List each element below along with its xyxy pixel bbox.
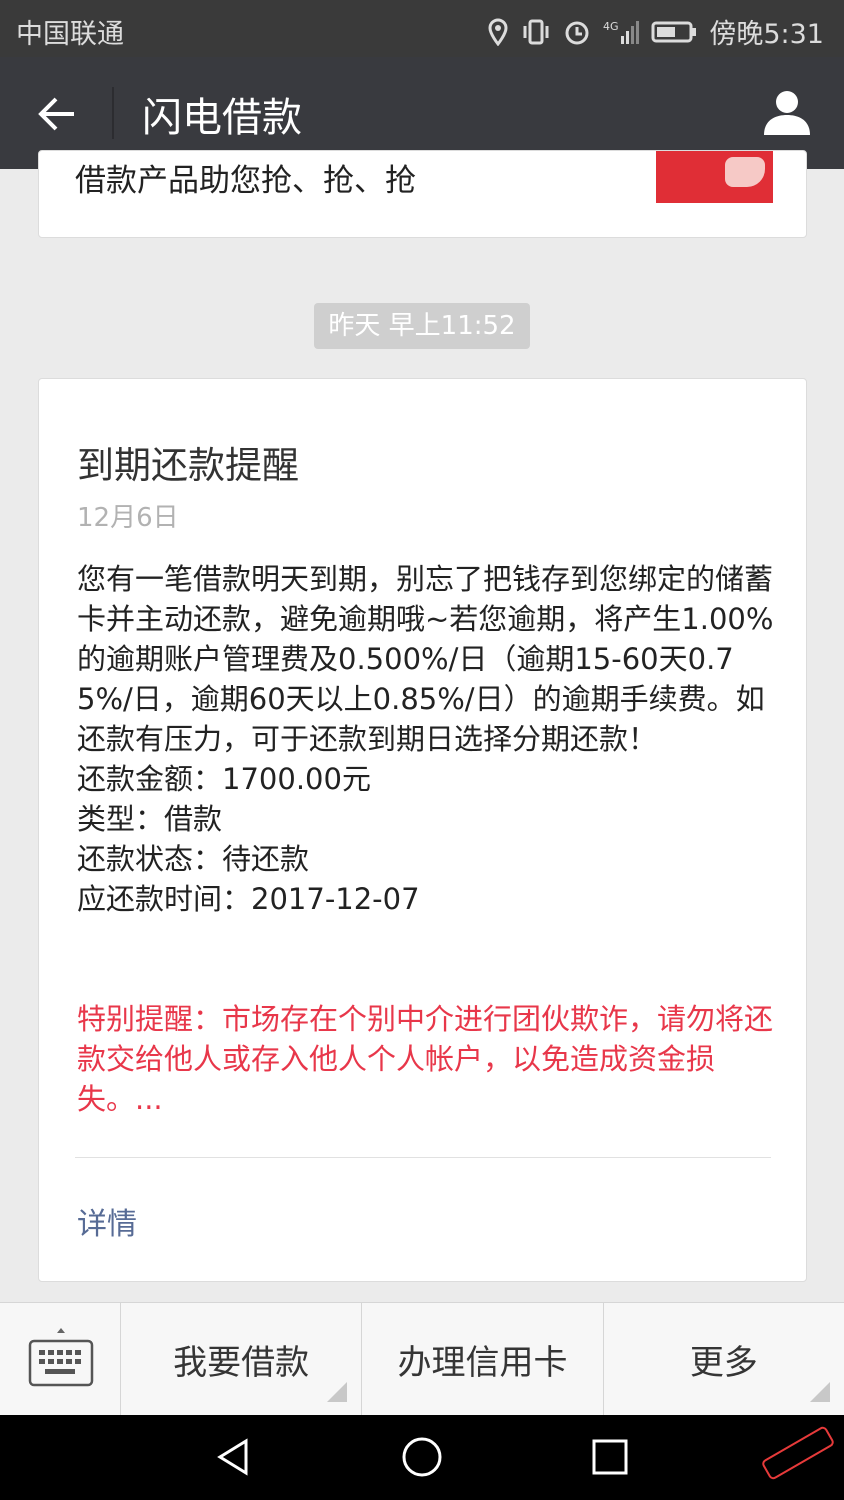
message-title: 到期还款提醒 bbox=[77, 444, 299, 487]
menu-credit-card-label: 办理信用卡 bbox=[397, 1343, 568, 1383]
card-divider bbox=[75, 1157, 771, 1158]
field-row: 还款金额：1700.00元 bbox=[77, 762, 371, 796]
status-bar: 中国联通 4G 傍晚5:31 bbox=[0, 0, 844, 57]
person-icon[interactable] bbox=[762, 87, 812, 137]
page-title: 闪电借款 bbox=[142, 95, 302, 141]
previous-card-text: 借款产品助您抢、抢、抢 bbox=[75, 163, 416, 199]
field-row: 还款状态：待还款 bbox=[77, 842, 310, 876]
location-icon bbox=[488, 17, 508, 46]
submenu-indicator-icon bbox=[327, 1382, 348, 1402]
title-divider bbox=[112, 87, 114, 139]
field-row: 类型：借款 bbox=[77, 802, 223, 836]
carrier-name: 中国联通 bbox=[16, 19, 124, 50]
message-card[interactable]: 到期还款提醒 12月6日 您有一笔借款明天到期，别忘了把钱存到您绑定的储蓄卡并主… bbox=[38, 378, 807, 1282]
clock: 傍晚5:31 bbox=[709, 19, 824, 50]
menu-loan-label: 我要借款 bbox=[173, 1343, 310, 1383]
previous-message-card[interactable]: 借款产品助您抢、抢、抢 bbox=[38, 150, 807, 238]
vibrate-icon bbox=[523, 19, 549, 44]
signal-icon: 4G bbox=[603, 20, 640, 44]
message-text: 您有一笔借款明天到期，别忘了把钱存到您绑定的储蓄卡并主动还款，避免逾期哦~若您逾… bbox=[77, 562, 774, 756]
message-date: 12月6日 bbox=[77, 503, 179, 533]
nav-recents-icon[interactable] bbox=[588, 1435, 632, 1479]
watermark-logo-icon bbox=[762, 1426, 834, 1480]
previous-card-thumbnail bbox=[656, 151, 773, 203]
keyboard-toggle-button[interactable] bbox=[0, 1303, 121, 1416]
menu-more-label: 更多 bbox=[689, 1343, 758, 1383]
field-row: 应还款时间：2017-12-07 bbox=[77, 882, 420, 916]
nav-back-icon[interactable] bbox=[212, 1435, 256, 1479]
battery-icon bbox=[651, 21, 697, 42]
message-timestamp: 昨天 早上11:52 bbox=[314, 303, 530, 349]
svg-text:4G: 4G bbox=[603, 20, 619, 33]
arrow-left-icon[interactable] bbox=[34, 91, 80, 137]
nav-home-icon[interactable] bbox=[400, 1435, 444, 1479]
detail-link[interactable]: 详情 bbox=[77, 1199, 137, 1243]
menu-credit-card[interactable]: 办理信用卡 bbox=[362, 1303, 604, 1416]
keyboard-icon bbox=[28, 1328, 94, 1387]
system-nav-bar bbox=[0, 1415, 844, 1500]
bottom-menu: 我要借款 办理信用卡 更多 bbox=[0, 1302, 844, 1416]
menu-more[interactable]: 更多 bbox=[604, 1303, 844, 1416]
alarm-icon bbox=[565, 21, 589, 44]
message-body: 您有一笔借款明天到期，别忘了把钱存到您绑定的储蓄卡并主动还款，避免逾期哦~若您逾… bbox=[77, 559, 777, 919]
submenu-indicator-icon bbox=[809, 1382, 830, 1402]
warning-text: 特别提醒：市场存在个别中介进行团伙欺诈，请勿将还款交给他人或存入他人个人帐户，以… bbox=[77, 1002, 774, 1116]
menu-loan[interactable]: 我要借款 bbox=[121, 1303, 363, 1416]
